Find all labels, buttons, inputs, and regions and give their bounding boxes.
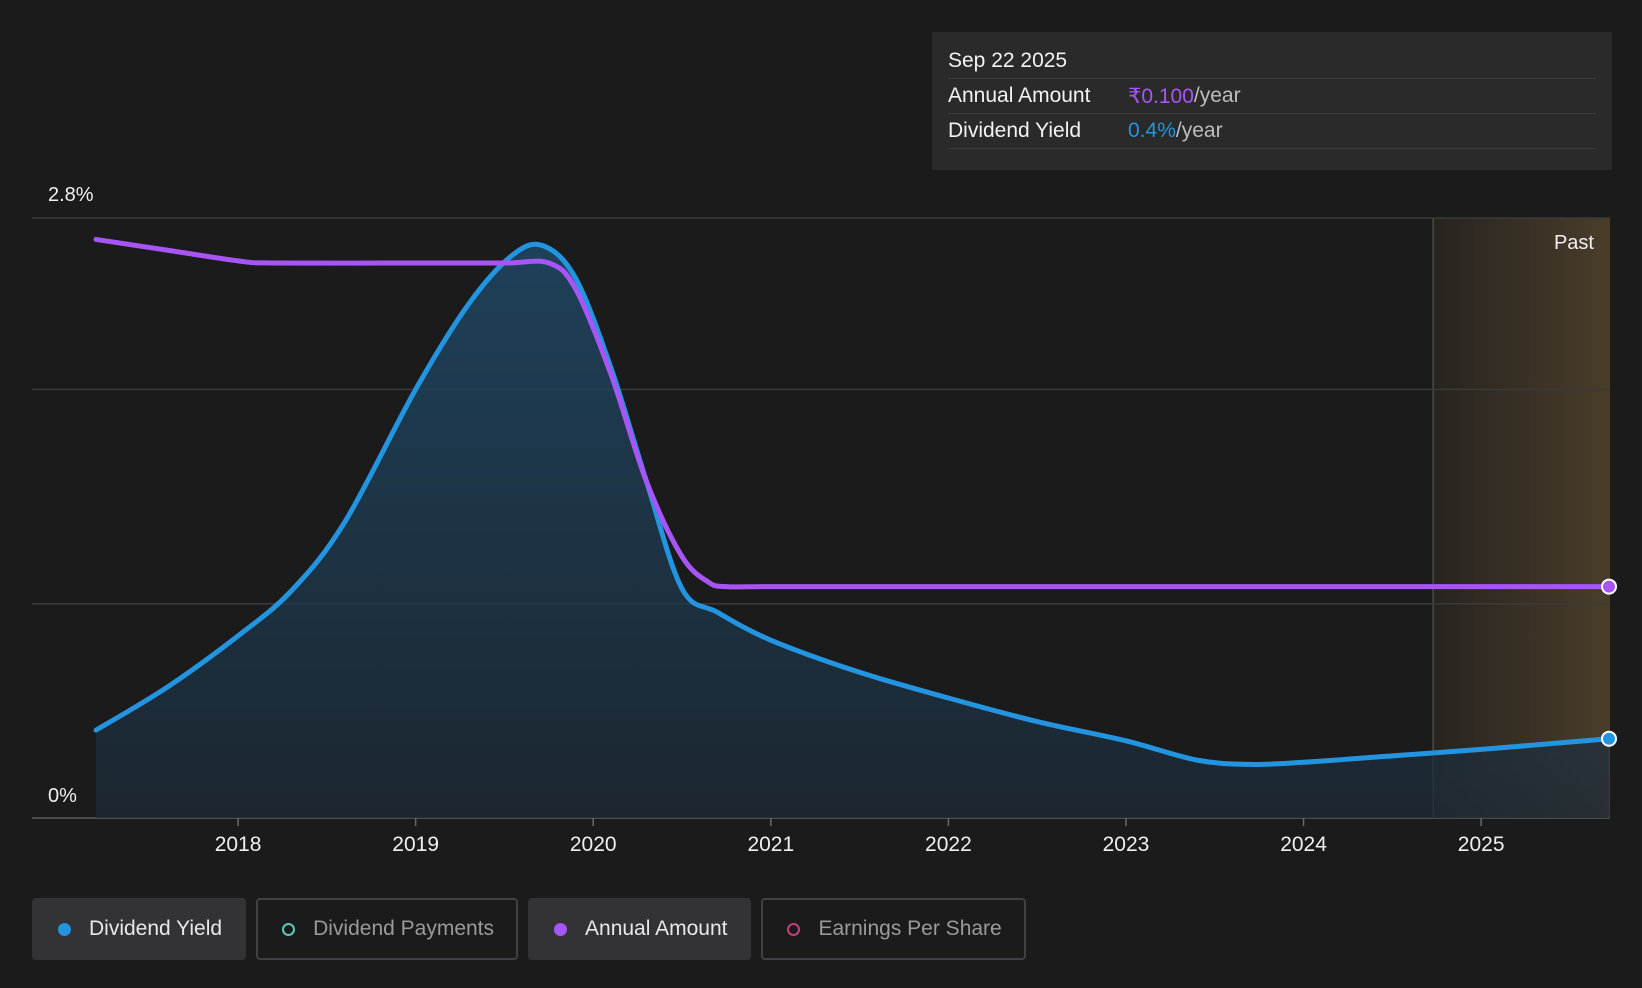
legend-label: Dividend Yield — [89, 917, 223, 940]
x-tick-label: 2025 — [1458, 833, 1505, 856]
past-label: Past — [1554, 232, 1594, 254]
y-axis-labels: 2.8% 0% — [48, 184, 94, 807]
x-tick-label: 2024 — [1280, 833, 1327, 856]
tooltip-yield-row: Dividend Yield 0.4% /year — [948, 114, 1596, 149]
dividend-yield-area — [96, 244, 1609, 819]
tooltip-annual-label: Annual Amount — [948, 84, 1091, 107]
x-tick-label: 2020 — [570, 833, 617, 856]
legend-annual-amount-button[interactable]: Annual Amount — [528, 898, 752, 960]
legend: Dividend Yield Dividend Payments Annual … — [32, 898, 1026, 960]
legend-dividend-payments-button[interactable]: Dividend Payments — [256, 898, 519, 960]
legend-earnings-per-share-button[interactable]: Earnings Per Share — [761, 898, 1026, 960]
annual-amount-end-point — [1601, 578, 1617, 595]
annual-amount-dot-icon — [554, 922, 568, 936]
x-tick-label: 2019 — [392, 833, 439, 856]
tooltip-annual-row: Annual Amount ₹0.100 /year — [948, 79, 1596, 114]
x-tick-label: 2018 — [215, 833, 262, 856]
grid-lines — [32, 217, 1610, 605]
dividend-yield-end-point — [1601, 730, 1617, 747]
tooltip-annual-unit: /year — [1193, 84, 1241, 107]
dividend-yield-dot-icon — [58, 922, 71, 936]
x-tick-label: 2023 — [1103, 833, 1150, 856]
tooltip-annual-value: ₹0.100 — [1128, 84, 1194, 108]
legend-label: Earnings Per Share — [818, 917, 1002, 940]
tooltip-yield-value: 0.4% — [1128, 119, 1176, 142]
legend-dividend-yield-button[interactable]: Dividend Yield — [32, 898, 247, 960]
tooltip-yield-unit: /year — [1175, 119, 1223, 142]
dividend-payments-ring-icon — [282, 922, 296, 936]
y-tick-label-top: 2.8% — [48, 184, 94, 206]
tooltip-date: Sep 22 2025 — [948, 44, 1596, 79]
hover-tooltip: Sep 22 2025 Annual Amount ₹0.100 /year D… — [932, 32, 1612, 170]
legend-label: Annual Amount — [585, 917, 728, 940]
past-region — [1433, 218, 1610, 818]
series-layer — [93, 236, 1617, 819]
x-axis: 2018 2019 2020 2021 2022 2023 2024 2025 — [32, 817, 1610, 856]
x-tick-label: 2022 — [925, 833, 972, 856]
x-tick-label: 2021 — [747, 833, 794, 856]
y-tick-label-bottom: 0% — [48, 785, 77, 807]
legend-label: Dividend Payments — [313, 917, 495, 940]
earnings-per-share-ring-icon — [787, 922, 801, 936]
tooltip-yield-label: Dividend Yield — [948, 119, 1082, 142]
annual-amount-line — [93, 236, 1612, 590]
